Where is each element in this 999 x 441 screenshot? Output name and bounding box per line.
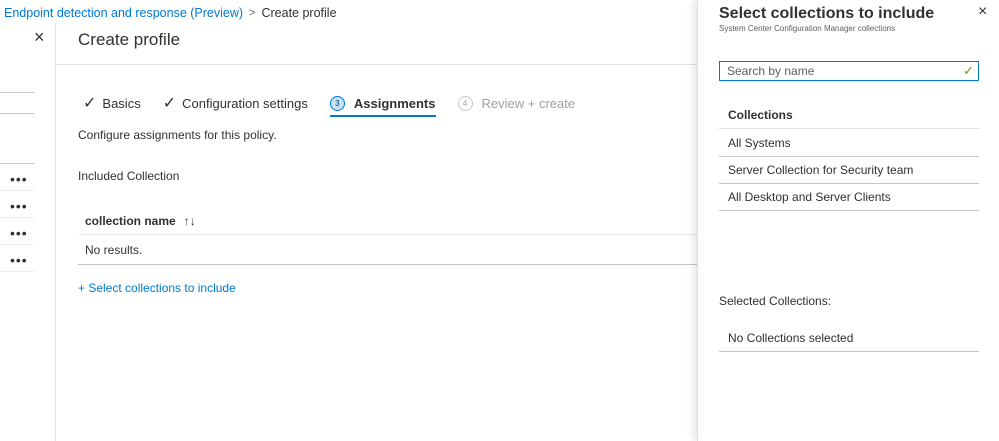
- blade-title: Select collections to include: [719, 5, 935, 22]
- checkmark-icon: ✓: [83, 95, 97, 112]
- chevron-right-icon: >: [249, 7, 256, 19]
- close-icon[interactable]: ×: [978, 4, 987, 20]
- step-label: Basics: [102, 95, 141, 111]
- divider: [0, 244, 34, 245]
- tab-review-create[interactable]: 4 Review + create: [457, 92, 576, 114]
- collections-list: All Systems Server Collection for Securi…: [719, 130, 979, 211]
- search-box[interactable]: ✓: [719, 61, 979, 81]
- page-title: Create profile: [78, 30, 181, 49]
- step-label: Assignments: [353, 95, 436, 111]
- left-panel: × ••• ••• ••• •••: [0, 24, 56, 441]
- search-input[interactable]: [727, 64, 957, 78]
- assignments-description: Configure assignments for this policy.: [78, 128, 277, 142]
- close-icon[interactable]: ×: [34, 28, 45, 46]
- column-header-collection-name[interactable]: collection name ↑↓: [78, 208, 697, 235]
- tab-assignments[interactable]: 3 Assignments: [329, 92, 436, 117]
- step-label: Configuration settings: [182, 95, 308, 111]
- breadcrumb: Endpoint detection and response (Preview…: [4, 4, 337, 22]
- tab-configuration-settings[interactable]: ✓ Configuration settings: [163, 92, 308, 114]
- tab-basics[interactable]: ✓ Basics: [83, 92, 141, 114]
- selected-collections-value: No Collections selected: [719, 325, 979, 352]
- list-item[interactable]: All Systems: [719, 130, 979, 157]
- list-item[interactable]: Server Collection for Security team: [719, 157, 979, 184]
- select-collections-blade: Select collections to include System Cen…: [697, 0, 999, 441]
- divider: [57, 64, 697, 65]
- list-item[interactable]: All Desktop and Server Clients: [719, 184, 979, 211]
- more-options-icon[interactable]: •••: [10, 226, 28, 240]
- more-options-icon[interactable]: •••: [10, 253, 28, 267]
- breadcrumb-current: Create profile: [261, 6, 337, 20]
- collections-header: Collections: [719, 102, 979, 129]
- included-collections-table: collection name ↑↓ No results.: [78, 208, 697, 265]
- create-profile-panel: Create profile ✓ Basics ✓ Configuration …: [57, 24, 697, 441]
- divider: [0, 190, 34, 191]
- divider: [0, 163, 34, 164]
- blade-subtitle: System Center Configuration Manager coll…: [719, 24, 896, 33]
- divider: [0, 92, 34, 93]
- included-collection-heading: Included Collection: [78, 169, 180, 183]
- checkmark-icon: ✓: [963, 63, 974, 78]
- step-number-badge: 4: [457, 95, 473, 111]
- more-options-icon[interactable]: •••: [10, 199, 28, 213]
- sort-icon[interactable]: ↑↓: [184, 214, 196, 228]
- selected-collections-label: Selected Collections:: [719, 294, 832, 308]
- divider: [0, 271, 34, 272]
- table-row: No results.: [78, 235, 697, 265]
- step-number-badge: 3: [329, 95, 345, 111]
- checkmark-icon: ✓: [162, 95, 177, 112]
- column-header-label: collection name: [85, 214, 176, 228]
- divider: [0, 113, 34, 114]
- more-options-icon[interactable]: •••: [10, 172, 28, 186]
- empty-results-text: No results.: [85, 242, 143, 257]
- select-collections-link[interactable]: + Select collections to include: [78, 281, 236, 295]
- divider: [0, 217, 34, 218]
- breadcrumb-link-edr[interactable]: Endpoint detection and response (Preview…: [4, 6, 243, 20]
- step-label: Review + create: [481, 95, 576, 111]
- wizard-steps: ✓ Basics ✓ Configuration settings 3 Assi…: [83, 92, 597, 117]
